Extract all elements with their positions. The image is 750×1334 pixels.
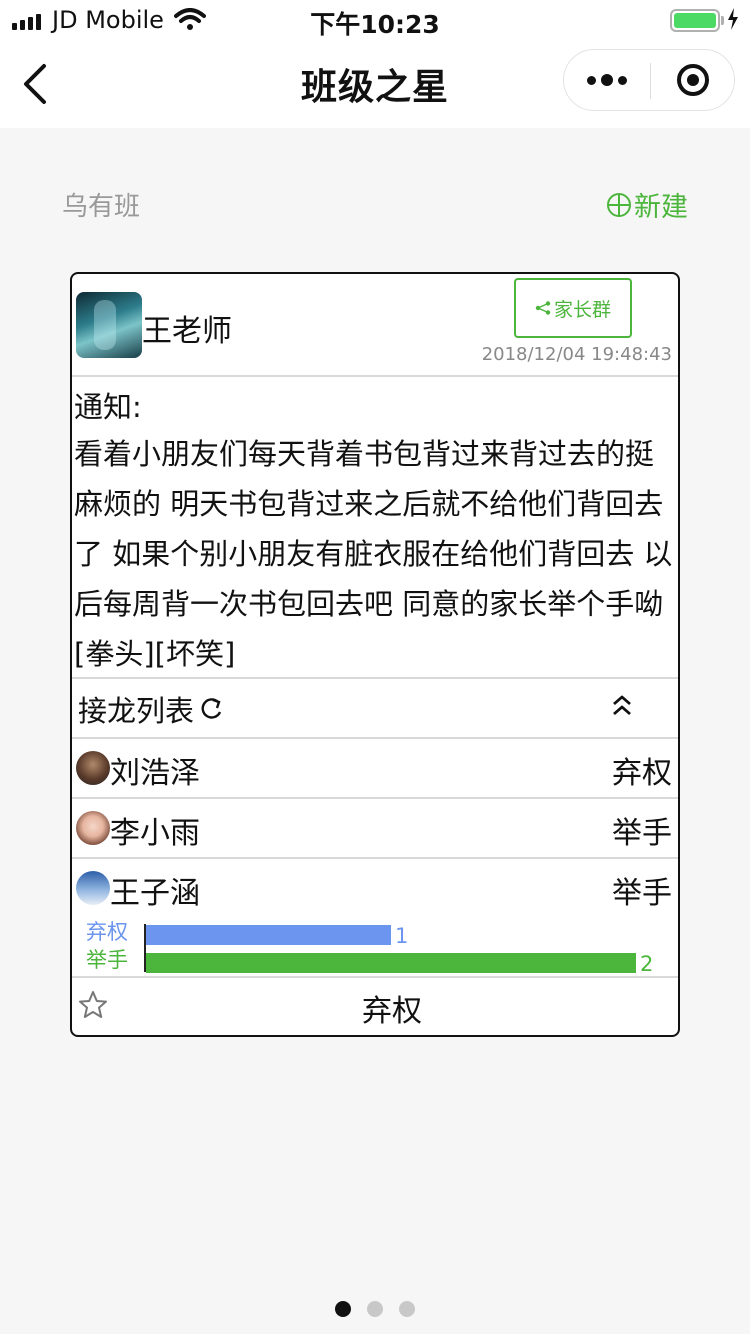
jielong-label: 接龙列表 <box>78 694 195 728</box>
target-close-icon <box>677 64 709 96</box>
share-button-label: 家长群 <box>553 298 611 321</box>
new-button[interactable]: 新建 <box>606 185 688 224</box>
notice-label: 通知: <box>74 390 142 424</box>
page-dot[interactable] <box>399 1301 415 1317</box>
participant-name: 刘浩泽 <box>110 756 200 791</box>
participant-avatar <box>76 871 110 905</box>
bar-abstain <box>146 925 391 945</box>
divider <box>72 375 678 377</box>
refresh-icon[interactable] <box>198 696 224 722</box>
status-bar: JD Mobile 下午10:23 <box>0 0 750 40</box>
bar-value-raise: 2 <box>640 952 654 976</box>
more-options-button[interactable] <box>564 50 650 110</box>
star-icon[interactable] <box>78 990 108 1020</box>
author-name: 王老师 <box>142 314 232 349</box>
vote-action-button[interactable]: 弃权 <box>332 986 452 1030</box>
post-card: 王老师 家长群 2018/12/04 19:48:43 通知: 看着小朋友们每天… <box>70 272 680 1037</box>
circle-plus-icon <box>607 192 631 217</box>
divider <box>72 1035 678 1037</box>
divider <box>72 976 678 978</box>
battery-nub <box>721 16 724 25</box>
participant-vote: 举手 <box>612 816 672 851</box>
post-timestamp: 2018/12/04 19:48:43 <box>481 344 672 365</box>
collapse-chevron-icon[interactable] <box>610 692 634 720</box>
participant-avatar <box>76 751 110 785</box>
notice-body: 看着小朋友们每天背着书包背过来背过去的挺麻烦的 明天书包背过来之后就不给他们背回… <box>74 437 673 671</box>
page-dot[interactable] <box>367 1301 383 1317</box>
teacher-avatar[interactable] <box>76 292 142 358</box>
charging-bolt-icon <box>728 8 738 30</box>
list-item: 王子涵 举手 <box>72 859 678 917</box>
divider <box>72 677 678 679</box>
close-mini-program-button[interactable] <box>651 50 735 110</box>
page-indicator <box>0 1301 750 1317</box>
bar-label-abstain: 弃权 <box>86 920 128 944</box>
bar-value-abstain: 1 <box>395 924 409 948</box>
status-time: 下午10:23 <box>310 10 440 39</box>
list-item: 李小雨 举手 <box>72 799 678 857</box>
share-icon <box>535 301 551 315</box>
new-button-label: 新建 <box>634 192 688 223</box>
participant-vote: 弃权 <box>612 756 672 791</box>
participant-name: 王子涵 <box>110 876 200 911</box>
share-to-parents-button[interactable]: 家长群 <box>514 278 632 338</box>
battery-icon <box>670 9 720 32</box>
bar-label-raise: 举手 <box>86 948 128 972</box>
list-item: 刘浩泽 弃权 <box>72 739 678 797</box>
class-name: 乌有班 <box>62 192 141 222</box>
participant-vote: 举手 <box>612 876 672 911</box>
bar-raise <box>146 953 636 973</box>
participant-name: 李小雨 <box>110 816 200 851</box>
page-dot[interactable] <box>335 1301 351 1317</box>
mini-program-capsule <box>563 49 735 111</box>
nav-bar: 班级之星 <box>0 40 750 128</box>
jielong-header: 接龙列表 <box>78 688 224 730</box>
participant-avatar <box>76 811 110 845</box>
